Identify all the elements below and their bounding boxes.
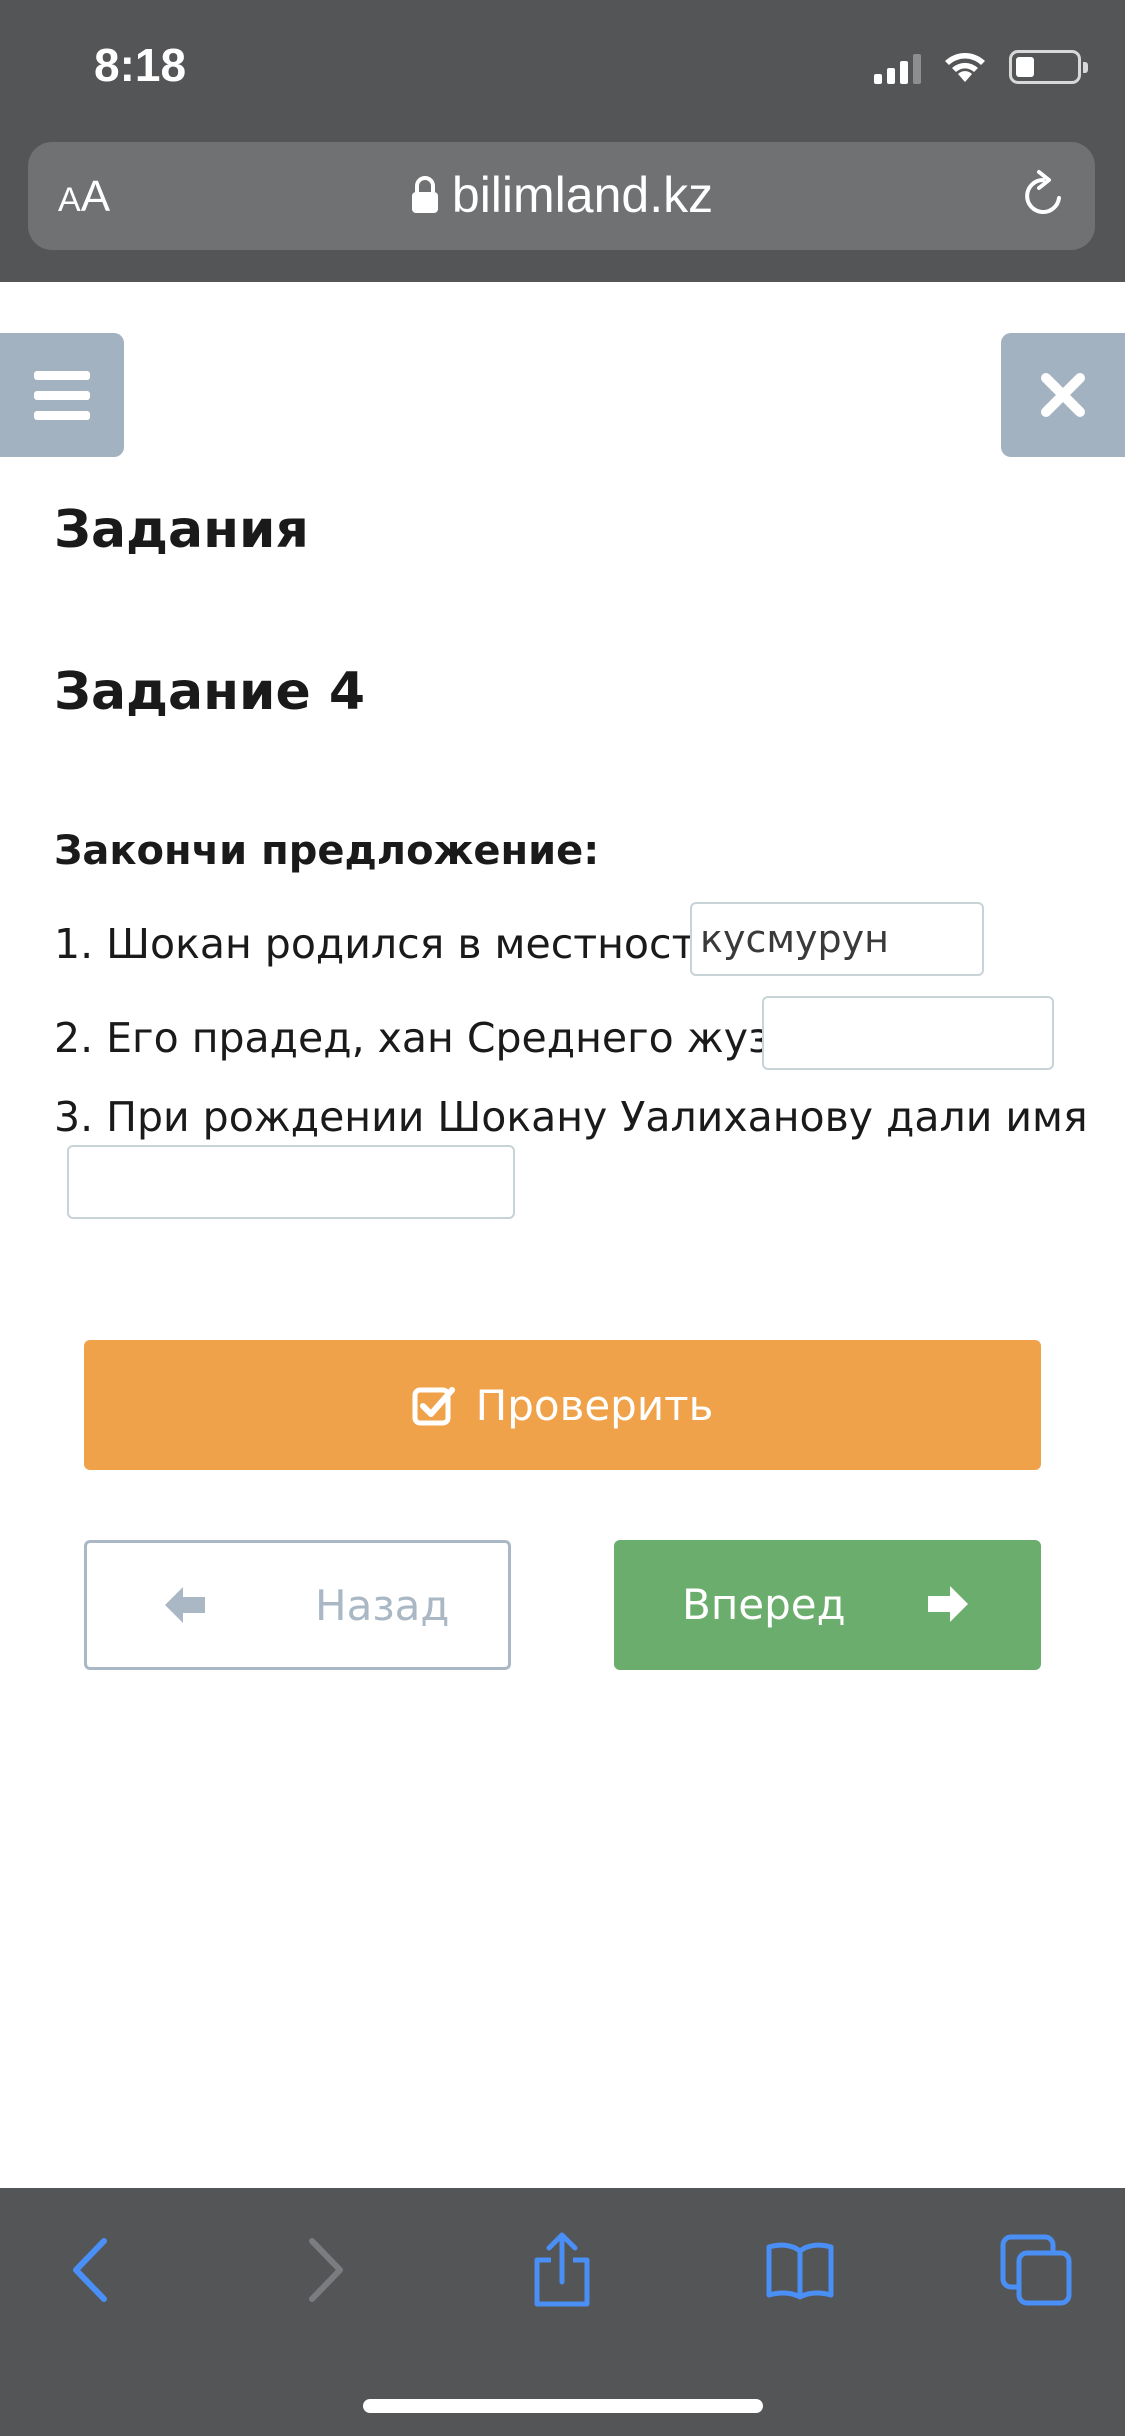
url-display[interactable]: bilimland.kz — [28, 166, 1095, 224]
question-3-text: 3. При рождении Шокану Уалиханову дали и… — [54, 1093, 1088, 1141]
lock-icon — [411, 176, 438, 213]
back-button-label: Назад — [315, 1581, 450, 1630]
reload-icon[interactable] — [1015, 168, 1071, 224]
close-icon — [1041, 373, 1085, 417]
menu-button[interactable] — [0, 333, 124, 457]
tabs-icon — [1000, 2234, 1072, 2306]
answer-input-3[interactable] — [67, 1145, 515, 1219]
back-button[interactable]: Назад — [84, 1540, 511, 1670]
signal-icon — [874, 54, 921, 84]
share-icon — [534, 2232, 590, 2307]
hamburger-icon — [34, 370, 90, 380]
browser-back-button[interactable] — [50, 2230, 130, 2310]
check-button-label: Проверить — [475, 1380, 714, 1430]
browser-toolbar — [0, 2188, 1125, 2436]
bookmarks-icon — [766, 2242, 834, 2300]
tabs-button[interactable] — [996, 2230, 1076, 2310]
question-2-text: 2. Его прадед, хан Среднего жуза, — [54, 1014, 808, 1062]
task-instruction: Закончи предложение: — [54, 828, 600, 874]
address-bar[interactable]: AA bilimland.kz — [28, 142, 1095, 250]
status-time: 8:18 — [94, 39, 187, 91]
url-text: bilimland.kz — [451, 167, 714, 223]
home-indicator[interactable] — [363, 2399, 763, 2413]
next-button-label: Вперед — [682, 1580, 846, 1629]
status-icons — [874, 50, 1088, 84]
task-title: Задание 4 — [54, 662, 366, 722]
arrow-left-icon — [165, 1587, 205, 1623]
wifi-icon — [945, 53, 985, 82]
browser-forward-button[interactable] — [286, 2230, 366, 2310]
chevron-left-icon — [73, 2238, 107, 2302]
answer-input-1[interactable] — [690, 902, 984, 976]
browser-top-chrome: 8:18 AA bilimland.kz — [0, 0, 1125, 282]
chevron-right-icon — [309, 2238, 343, 2302]
close-button[interactable] — [1001, 333, 1125, 457]
battery-icon — [1009, 50, 1088, 84]
bookmarks-button[interactable] — [760, 2230, 840, 2310]
checkbox-check-icon — [412, 1387, 455, 1426]
arrow-right-icon — [928, 1586, 968, 1622]
answer-input-2[interactable] — [762, 996, 1054, 1070]
section-title: Задания — [54, 500, 309, 560]
check-button[interactable]: Проверить — [84, 1340, 1041, 1470]
share-button[interactable] — [522, 2230, 602, 2310]
next-button[interactable]: Вперед — [614, 1540, 1041, 1670]
question-1-text: 1. Шокан родился в местности — [54, 920, 723, 968]
